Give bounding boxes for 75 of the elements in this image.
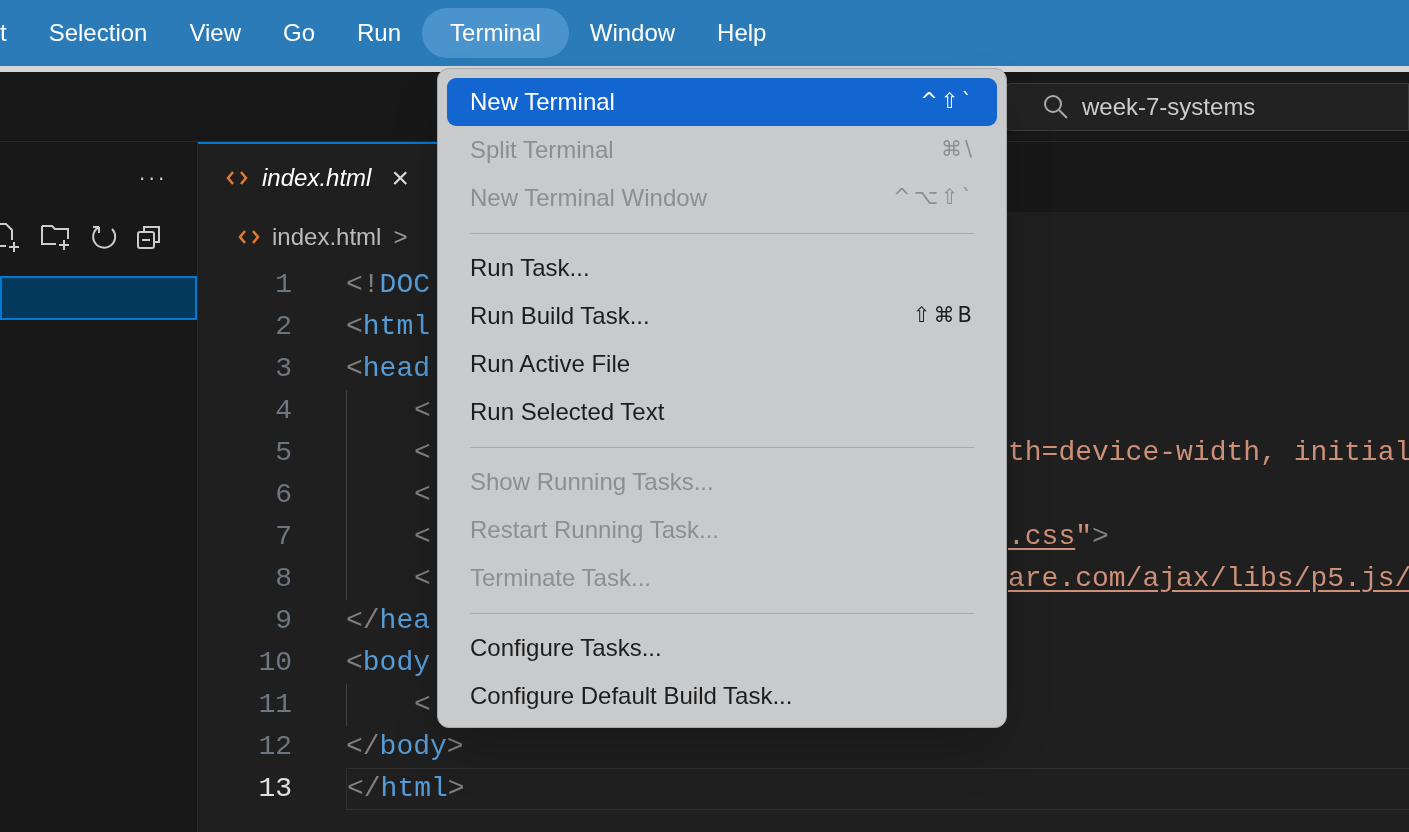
code-text: <!DOC bbox=[346, 268, 431, 302]
refresh-icon[interactable] bbox=[90, 223, 118, 251]
menu-item-label: Run Task... bbox=[470, 253, 590, 283]
line-number: 7 bbox=[274, 520, 292, 554]
menu-item[interactable]: Run Build Task... ⇧⌘B bbox=[447, 292, 997, 340]
search-field[interactable]: week-7-systems bbox=[1005, 82, 1409, 131]
menu-item-label: Split Terminal bbox=[470, 135, 614, 165]
collapse-all-icon[interactable] bbox=[136, 224, 162, 250]
menu-item[interactable]: New Terminal ^⇧` bbox=[447, 78, 997, 126]
menu-item[interactable]: Run Task... bbox=[447, 244, 997, 292]
line-number: 10 bbox=[257, 646, 292, 680]
code-text: th=device-width, initial bbox=[1008, 436, 1409, 470]
menu-item-label: Run Selected Text bbox=[470, 397, 665, 427]
menu-item-label: Configure Default Build Task... bbox=[470, 681, 793, 711]
shortcut-text: ⌘\ bbox=[940, 136, 975, 164]
close-icon[interactable]: × bbox=[391, 163, 409, 193]
line-number: 11 bbox=[257, 688, 292, 722]
code-text: </body> bbox=[346, 730, 464, 764]
menu-item-label: Run Active File bbox=[470, 349, 631, 379]
code-text: </hea bbox=[346, 604, 431, 638]
line-number: 5 bbox=[274, 436, 292, 470]
menu-bar-item[interactable]: View bbox=[168, 8, 262, 58]
code-text: < bbox=[414, 436, 431, 470]
menu-bar-item[interactable]: Terminal bbox=[422, 8, 569, 58]
shortcut-text: ^⌥⇧` bbox=[893, 184, 975, 212]
tree-row[interactable] bbox=[0, 276, 197, 320]
code-text: </html> bbox=[347, 772, 465, 806]
line-number: 2 bbox=[274, 310, 292, 344]
code-text: <head bbox=[346, 352, 431, 386]
menu-item[interactable]: Configure Default Build Task... bbox=[447, 672, 997, 720]
code-text: .css"> bbox=[1008, 520, 1109, 554]
menu-bar-item[interactable]: Help bbox=[696, 8, 788, 58]
line-number: 13 bbox=[257, 772, 292, 806]
menu-item-label: New Terminal Window bbox=[470, 183, 707, 213]
line-number: 1 bbox=[274, 268, 292, 302]
line-number: 8 bbox=[274, 562, 292, 596]
breadcrumb-separator: > bbox=[393, 222, 408, 252]
code-text: < bbox=[414, 520, 431, 554]
code-text: <html bbox=[346, 310, 431, 344]
menu-item-label: Run Build Task... bbox=[470, 301, 650, 331]
menu-item[interactable]: Run Active File bbox=[447, 340, 997, 388]
code-text: < bbox=[414, 562, 431, 596]
menu-item-label: Show Running Tasks... bbox=[470, 467, 714, 497]
menu-item-label: Terminate Task... bbox=[470, 563, 651, 593]
line-number: 9 bbox=[274, 604, 292, 638]
menu-bar-item[interactable]: t bbox=[0, 8, 28, 58]
menu-item-label: Restart Running Task... bbox=[470, 515, 719, 545]
new-file-icon[interactable] bbox=[0, 222, 22, 252]
menu-bar-item[interactable]: Window bbox=[568, 8, 697, 58]
line-number: 6 bbox=[274, 478, 292, 512]
line-number: 3 bbox=[274, 352, 292, 386]
menu-bar-item[interactable]: Selection bbox=[27, 8, 169, 58]
menu-item-label: New Terminal bbox=[470, 87, 615, 117]
shortcut-text: ^⇧` bbox=[920, 88, 975, 116]
breadcrumb-item[interactable]: index.html bbox=[272, 219, 382, 255]
search-icon bbox=[1042, 92, 1070, 121]
tab-label: index.html bbox=[262, 163, 372, 193]
code-text: <body bbox=[346, 646, 431, 680]
code-text: < bbox=[414, 478, 431, 512]
code-file-icon bbox=[238, 229, 260, 245]
code-text: < bbox=[414, 688, 431, 722]
shortcut-text: ⇧⌘B bbox=[913, 302, 975, 330]
new-folder-icon[interactable] bbox=[40, 222, 72, 252]
line-number: 12 bbox=[257, 730, 292, 764]
search-value: week-7-systems bbox=[1082, 91, 1256, 122]
menu-item-label: Configure Tasks... bbox=[470, 633, 662, 663]
menu-item[interactable]: Run Selected Text bbox=[447, 388, 997, 436]
code-file-icon bbox=[226, 170, 248, 186]
menu-item[interactable]: Configure Tasks... bbox=[447, 624, 997, 672]
code-text: are.com/ajax/libs/p5.js/ bbox=[1008, 562, 1409, 596]
menu-bar-item[interactable]: Go bbox=[262, 8, 336, 58]
more-actions[interactable]: ··· bbox=[138, 160, 167, 194]
menu-bar-item[interactable]: Run bbox=[336, 8, 423, 58]
code-text: < bbox=[414, 394, 431, 428]
line-number: 4 bbox=[274, 394, 292, 428]
